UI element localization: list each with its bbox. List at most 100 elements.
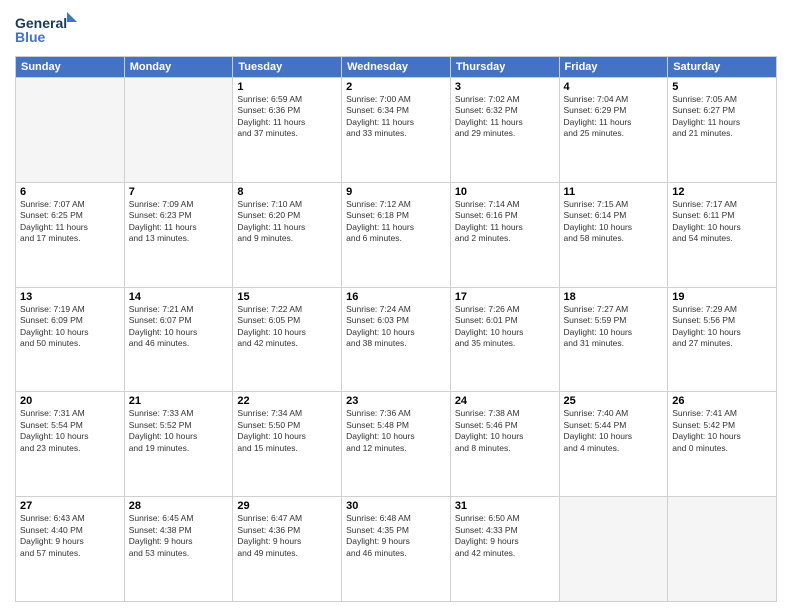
day-info: Sunrise: 7:24 AM Sunset: 6:03 PM Dayligh…: [346, 304, 446, 350]
svg-text:Blue: Blue: [15, 29, 46, 45]
day-number: 16: [346, 291, 446, 303]
day-header-wednesday: Wednesday: [342, 57, 451, 78]
calendar-cell: 20Sunrise: 7:31 AM Sunset: 5:54 PM Dayli…: [16, 392, 125, 497]
day-number: 30: [346, 500, 446, 512]
day-number: 21: [129, 395, 229, 407]
calendar-cell: 5Sunrise: 7:05 AM Sunset: 6:27 PM Daylig…: [668, 78, 777, 183]
day-number: 2: [346, 81, 446, 93]
day-number: 22: [237, 395, 337, 407]
calendar-cell: 6Sunrise: 7:07 AM Sunset: 6:25 PM Daylig…: [16, 182, 125, 287]
day-number: 4: [564, 81, 664, 93]
day-number: 8: [237, 186, 337, 198]
day-number: 29: [237, 500, 337, 512]
day-number: 24: [455, 395, 555, 407]
day-header-friday: Friday: [559, 57, 668, 78]
calendar-cell: [668, 497, 777, 602]
day-number: 23: [346, 395, 446, 407]
day-info: Sunrise: 7:09 AM Sunset: 6:23 PM Dayligh…: [129, 199, 229, 245]
day-info: Sunrise: 7:31 AM Sunset: 5:54 PM Dayligh…: [20, 408, 120, 454]
day-info: Sunrise: 7:33 AM Sunset: 5:52 PM Dayligh…: [129, 408, 229, 454]
week-row-2: 6Sunrise: 7:07 AM Sunset: 6:25 PM Daylig…: [16, 182, 777, 287]
day-number: 3: [455, 81, 555, 93]
day-number: 13: [20, 291, 120, 303]
day-number: 25: [564, 395, 664, 407]
calendar-cell: 11Sunrise: 7:15 AM Sunset: 6:14 PM Dayli…: [559, 182, 668, 287]
day-number: 9: [346, 186, 446, 198]
calendar-cell: 28Sunrise: 6:45 AM Sunset: 4:38 PM Dayli…: [124, 497, 233, 602]
day-info: Sunrise: 7:04 AM Sunset: 6:29 PM Dayligh…: [564, 94, 664, 140]
week-row-3: 13Sunrise: 7:19 AM Sunset: 6:09 PM Dayli…: [16, 287, 777, 392]
calendar-cell: [559, 497, 668, 602]
day-number: 1: [237, 81, 337, 93]
page: GeneralBlue SundayMondayTuesdayWednesday…: [0, 0, 792, 612]
day-info: Sunrise: 7:19 AM Sunset: 6:09 PM Dayligh…: [20, 304, 120, 350]
calendar-cell: 18Sunrise: 7:27 AM Sunset: 5:59 PM Dayli…: [559, 287, 668, 392]
day-header-saturday: Saturday: [668, 57, 777, 78]
logo: GeneralBlue: [15, 10, 85, 50]
calendar-cell: 10Sunrise: 7:14 AM Sunset: 6:16 PM Dayli…: [450, 182, 559, 287]
day-info: Sunrise: 7:17 AM Sunset: 6:11 PM Dayligh…: [672, 199, 772, 245]
day-number: 17: [455, 291, 555, 303]
day-info: Sunrise: 7:05 AM Sunset: 6:27 PM Dayligh…: [672, 94, 772, 140]
calendar-cell: 9Sunrise: 7:12 AM Sunset: 6:18 PM Daylig…: [342, 182, 451, 287]
day-info: Sunrise: 7:12 AM Sunset: 6:18 PM Dayligh…: [346, 199, 446, 245]
day-info: Sunrise: 7:27 AM Sunset: 5:59 PM Dayligh…: [564, 304, 664, 350]
day-info: Sunrise: 7:21 AM Sunset: 6:07 PM Dayligh…: [129, 304, 229, 350]
day-info: Sunrise: 7:02 AM Sunset: 6:32 PM Dayligh…: [455, 94, 555, 140]
calendar-cell: 7Sunrise: 7:09 AM Sunset: 6:23 PM Daylig…: [124, 182, 233, 287]
day-info: Sunrise: 6:47 AM Sunset: 4:36 PM Dayligh…: [237, 513, 337, 559]
day-info: Sunrise: 6:43 AM Sunset: 4:40 PM Dayligh…: [20, 513, 120, 559]
day-info: Sunrise: 7:07 AM Sunset: 6:25 PM Dayligh…: [20, 199, 120, 245]
day-number: 28: [129, 500, 229, 512]
day-info: Sunrise: 6:48 AM Sunset: 4:35 PM Dayligh…: [346, 513, 446, 559]
day-info: Sunrise: 7:14 AM Sunset: 6:16 PM Dayligh…: [455, 199, 555, 245]
calendar-cell: [16, 78, 125, 183]
day-info: Sunrise: 7:34 AM Sunset: 5:50 PM Dayligh…: [237, 408, 337, 454]
calendar-cell: 29Sunrise: 6:47 AM Sunset: 4:36 PM Dayli…: [233, 497, 342, 602]
calendar-cell: 15Sunrise: 7:22 AM Sunset: 6:05 PM Dayli…: [233, 287, 342, 392]
day-info: Sunrise: 7:15 AM Sunset: 6:14 PM Dayligh…: [564, 199, 664, 245]
day-info: Sunrise: 7:29 AM Sunset: 5:56 PM Dayligh…: [672, 304, 772, 350]
calendar-cell: 1Sunrise: 6:59 AM Sunset: 6:36 PM Daylig…: [233, 78, 342, 183]
day-number: 5: [672, 81, 772, 93]
day-number: 10: [455, 186, 555, 198]
day-number: 15: [237, 291, 337, 303]
day-number: 11: [564, 186, 664, 198]
week-row-1: 1Sunrise: 6:59 AM Sunset: 6:36 PM Daylig…: [16, 78, 777, 183]
calendar-cell: 2Sunrise: 7:00 AM Sunset: 6:34 PM Daylig…: [342, 78, 451, 183]
day-info: Sunrise: 7:40 AM Sunset: 5:44 PM Dayligh…: [564, 408, 664, 454]
day-number: 19: [672, 291, 772, 303]
calendar-cell: 25Sunrise: 7:40 AM Sunset: 5:44 PM Dayli…: [559, 392, 668, 497]
calendar-cell: 8Sunrise: 7:10 AM Sunset: 6:20 PM Daylig…: [233, 182, 342, 287]
calendar-cell: 23Sunrise: 7:36 AM Sunset: 5:48 PM Dayli…: [342, 392, 451, 497]
day-header-tuesday: Tuesday: [233, 57, 342, 78]
day-info: Sunrise: 6:45 AM Sunset: 4:38 PM Dayligh…: [129, 513, 229, 559]
day-number: 31: [455, 500, 555, 512]
day-info: Sunrise: 6:59 AM Sunset: 6:36 PM Dayligh…: [237, 94, 337, 140]
day-number: 27: [20, 500, 120, 512]
calendar-cell: 21Sunrise: 7:33 AM Sunset: 5:52 PM Dayli…: [124, 392, 233, 497]
week-row-5: 27Sunrise: 6:43 AM Sunset: 4:40 PM Dayli…: [16, 497, 777, 602]
week-row-4: 20Sunrise: 7:31 AM Sunset: 5:54 PM Dayli…: [16, 392, 777, 497]
day-number: 14: [129, 291, 229, 303]
calendar-cell: 3Sunrise: 7:02 AM Sunset: 6:32 PM Daylig…: [450, 78, 559, 183]
day-info: Sunrise: 7:00 AM Sunset: 6:34 PM Dayligh…: [346, 94, 446, 140]
day-number: 12: [672, 186, 772, 198]
logo-svg: GeneralBlue: [15, 10, 85, 50]
day-info: Sunrise: 7:22 AM Sunset: 6:05 PM Dayligh…: [237, 304, 337, 350]
day-header-row: SundayMondayTuesdayWednesdayThursdayFrid…: [16, 57, 777, 78]
day-header-thursday: Thursday: [450, 57, 559, 78]
day-number: 20: [20, 395, 120, 407]
calendar-cell: 26Sunrise: 7:41 AM Sunset: 5:42 PM Dayli…: [668, 392, 777, 497]
day-info: Sunrise: 7:10 AM Sunset: 6:20 PM Dayligh…: [237, 199, 337, 245]
calendar-cell: 16Sunrise: 7:24 AM Sunset: 6:03 PM Dayli…: [342, 287, 451, 392]
day-info: Sunrise: 6:50 AM Sunset: 4:33 PM Dayligh…: [455, 513, 555, 559]
day-info: Sunrise: 7:38 AM Sunset: 5:46 PM Dayligh…: [455, 408, 555, 454]
day-number: 7: [129, 186, 229, 198]
calendar-cell: 4Sunrise: 7:04 AM Sunset: 6:29 PM Daylig…: [559, 78, 668, 183]
calendar-cell: 19Sunrise: 7:29 AM Sunset: 5:56 PM Dayli…: [668, 287, 777, 392]
header: GeneralBlue: [15, 10, 777, 50]
day-number: 26: [672, 395, 772, 407]
calendar-cell: 27Sunrise: 6:43 AM Sunset: 4:40 PM Dayli…: [16, 497, 125, 602]
calendar-table: SundayMondayTuesdayWednesdayThursdayFrid…: [15, 56, 777, 602]
